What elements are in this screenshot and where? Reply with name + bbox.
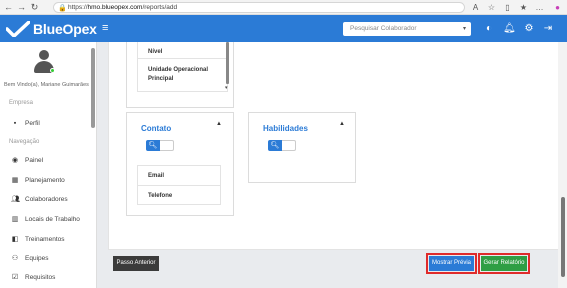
collapse-icon[interactable]: ▲: [339, 121, 345, 127]
bell-icon[interactable]: 🔔︎: [503, 23, 516, 35]
support-icon[interactable]: ◐: [483, 23, 495, 35]
sidebar-item-label: Locais de Trabalho: [25, 215, 80, 223]
fields-list-scrollbar[interactable]: [226, 42, 229, 84]
sidebar-scrollbar[interactable]: [91, 48, 95, 128]
list-item[interactable]: Nível: [138, 46, 227, 59]
sidebar-item-label: Colaboradores: [25, 195, 68, 203]
sidebar-item-requisitos[interactable]: ☑ Requisitos: [11, 272, 56, 282]
page-scrollbar[interactable]: [558, 42, 567, 288]
search-icon[interactable]: 🔍︎: [268, 140, 282, 151]
team-icon: ⚇: [11, 255, 19, 262]
split-screen-icon[interactable]: ▯: [502, 2, 513, 13]
avatar[interactable]: [34, 50, 55, 74]
logout-icon[interactable]: ⇥: [542, 23, 554, 35]
section-navegacao: Navegação: [9, 139, 40, 145]
scroll-down-icon[interactable]: ▾: [225, 85, 228, 91]
generate-report-button[interactable]: Gerar Relatório: [478, 253, 530, 274]
section-empresa: Empresa: [9, 100, 34, 106]
show-preview-button[interactable]: Mostrar Prévia: [426, 253, 477, 274]
url-path: /reports/add: [142, 4, 178, 11]
url-text: https://hmo.blueopex.com/reports/add: [68, 4, 177, 11]
url-host: hmo.blueopex.com: [87, 4, 143, 11]
sidebar-item-label: Treinamentos: [25, 235, 65, 243]
online-status-icon: [50, 68, 55, 73]
sidebar-item-painel[interactable]: ◉ Painel: [11, 155, 43, 165]
brand-name: BlueOpex: [33, 20, 97, 37]
checklist-icon: ☑: [11, 274, 19, 281]
welcome-text: Bem Vindo(a), Mariane Guimarães: [4, 82, 89, 88]
browser-toolbar: ← → ↻ 🔒 https://hmo.blueopex.com/reports…: [0, 0, 567, 15]
collaborator-search[interactable]: Pesquisar Colaborador ▾: [343, 22, 471, 36]
copilot-icon[interactable]: ●: [552, 2, 563, 13]
contato-card: Contato ▲ 🔍︎ Email Telefone: [126, 112, 234, 216]
sidebar-item-equipes[interactable]: ⚇ Equipes: [11, 253, 49, 263]
reload-icon[interactable]: ↻: [29, 2, 40, 13]
search-placeholder: Pesquisar Colaborador: [350, 25, 417, 32]
sidebar-item-locais[interactable]: ▥ Locais de Trabalho: [11, 214, 80, 224]
sidebar-item-label: Requisitos: [25, 273, 56, 281]
main-content: Nível Unidade Operacional Principal ▾ Co…: [97, 42, 567, 288]
fields-card-top: Nível Unidade Operacional Principal ▾: [126, 42, 234, 108]
list-item[interactable]: Telefone: [138, 186, 220, 205]
collapse-icon[interactable]: ▲: [216, 121, 222, 127]
habilidades-title[interactable]: Habilidades: [263, 124, 308, 133]
page-scrollbar-thumb[interactable]: [561, 197, 565, 277]
briefcase-icon: ▪: [13, 119, 17, 127]
sidebar-item-label: Equipes: [25, 254, 49, 262]
sidebar-item-colaboradores[interactable]: 👥︎ Colaboradores: [11, 194, 68, 204]
check-logo-icon: [6, 20, 30, 37]
sidebar-item-planejamento[interactable]: ▦ Planejamento: [11, 175, 65, 185]
habilidades-search-input[interactable]: [282, 140, 296, 151]
read-aloud-icon[interactable]: A: [470, 2, 481, 13]
address-bar[interactable]: 🔒 https://hmo.blueopex.com/reports/add: [53, 2, 465, 13]
brand-logo[interactable]: BlueOpex: [6, 19, 97, 38]
contato-search-input[interactable]: [160, 140, 174, 151]
list-item[interactable]: Unidade Operacional Principal: [148, 66, 218, 84]
gear-icon[interactable]: ⚙: [523, 23, 535, 35]
sidebar-item-treinamentos[interactable]: ◧ Treinamentos: [11, 234, 65, 244]
url-prefix: https://: [68, 4, 88, 11]
sidebar-item-label: Planejamento: [25, 176, 65, 184]
dashboard-icon: ◉: [11, 157, 19, 164]
sidebar-item-label: Painel: [25, 156, 44, 164]
training-icon: ◧: [11, 236, 19, 243]
favorites-icon[interactable]: ★: [518, 2, 529, 13]
users-icon: 👥︎: [11, 196, 20, 203]
fields-list: Nível Unidade Operacional Principal: [137, 42, 228, 92]
menu-icon[interactable]: ≡: [102, 23, 108, 34]
sidebar-item-perfil[interactable]: ▪ Perfil: [11, 118, 40, 128]
search-icon[interactable]: 🔍︎: [146, 140, 160, 151]
lock-icon: 🔒: [58, 5, 67, 12]
building-icon: ▥: [11, 216, 19, 223]
star-icon[interactable]: ☆: [486, 2, 497, 13]
calendar-icon: ▦: [11, 177, 19, 184]
back-icon[interactable]: ←: [3, 2, 14, 13]
sidebar-item-label: Perfil: [25, 119, 40, 127]
chevron-down-icon: ▾: [462, 26, 466, 32]
contato-list: Email Telefone: [137, 165, 221, 205]
previous-step-button[interactable]: Passo Anterior: [113, 256, 159, 271]
contato-title[interactable]: Contato: [141, 124, 171, 133]
more-icon[interactable]: …: [534, 2, 545, 13]
list-item[interactable]: Email: [138, 166, 220, 186]
sidebar: Bem Vindo(a), Mariane Guimarães Empresa …: [0, 42, 97, 288]
habilidades-card: Habilidades ▲ 🔍︎: [248, 112, 356, 183]
forward-icon[interactable]: →: [16, 2, 27, 13]
report-fields-panel: Nível Unidade Operacional Principal ▾ Co…: [108, 42, 559, 250]
app-header: BlueOpex ≡ Pesquisar Colaborador ▾ ◐ 🔔︎ …: [0, 15, 567, 42]
